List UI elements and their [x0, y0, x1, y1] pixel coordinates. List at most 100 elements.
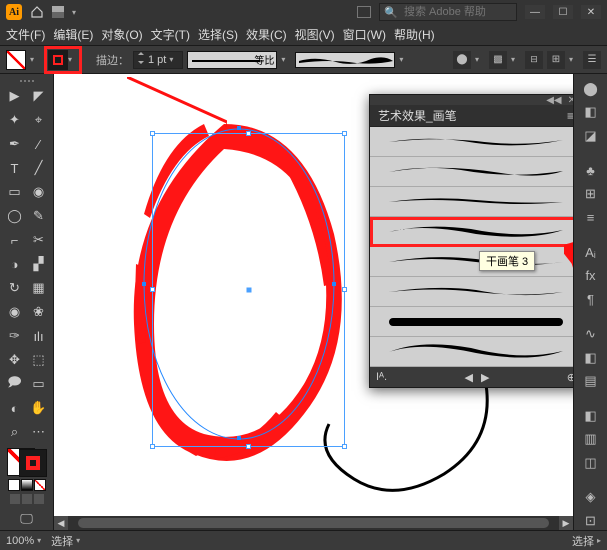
stroke-swatch[interactable] [48, 50, 68, 70]
menu-object[interactable]: 对象(O) [101, 26, 142, 43]
opacity-icon[interactable]: ⬤ [453, 51, 471, 69]
bbox-handle-sw[interactable] [150, 444, 155, 449]
slice-tool[interactable]: ▭ [28, 373, 50, 395]
dock-symbols-icon[interactable]: ≡ [580, 209, 602, 227]
scroll-track[interactable] [68, 516, 559, 530]
stroke-color-icon[interactable] [19, 449, 47, 477]
brush-def-dropdown-icon[interactable]: ▾ [399, 55, 409, 64]
stroke-weight-field[interactable]: 1 pt ▾ [133, 51, 183, 69]
fill-swatch[interactable] [6, 50, 26, 70]
status-tool-right[interactable]: 选择 ▸ [572, 533, 601, 549]
canvas-area[interactable]: ◀◀ ✕ 艺术效果_画笔 ≡ Iᴬ. ◀ ▶ [54, 74, 573, 530]
layout-icon[interactable] [357, 6, 371, 18]
help-search-input[interactable] [402, 5, 512, 19]
bbox-handle-ne[interactable] [342, 131, 347, 136]
bbox-handle-nw[interactable] [150, 131, 155, 136]
menu-help[interactable]: 帮助(H) [394, 26, 435, 43]
toolbox-grip-icon[interactable] [12, 80, 42, 82]
menu-type[interactable]: 文字(T) [151, 26, 190, 43]
blend-tool[interactable]: ılı [28, 325, 50, 347]
brush-row[interactable] [370, 157, 573, 187]
lasso-tool[interactable]: ⌖ [28, 109, 50, 131]
fill-dropdown-icon[interactable]: ▾ [30, 55, 40, 64]
pen-tool[interactable]: ✒ [4, 133, 26, 155]
dock-transparency-icon[interactable]: ▤ [580, 372, 602, 390]
panel-collapse-icon[interactable]: ◀◀ [546, 95, 561, 106]
dock-artboards-icon[interactable]: ◫ [580, 454, 602, 472]
brush-list[interactable] [370, 127, 573, 367]
dock-brushes-icon[interactable]: ⊞ [580, 185, 602, 203]
drawing-mode-behind[interactable] [22, 494, 32, 504]
help-search[interactable]: 🔍 [379, 3, 517, 21]
brush-row[interactable] [370, 277, 573, 307]
gradient-tool[interactable]: ❀ [28, 301, 50, 323]
bbox-handle-s[interactable] [246, 444, 251, 449]
brush-row[interactable] [370, 247, 573, 277]
zoom-level[interactable]: 100% ▾ [6, 535, 41, 547]
brush-definition-preview[interactable] [295, 52, 395, 68]
window-maximize-button[interactable]: ☐ [553, 5, 573, 19]
brush-libraries-icon[interactable]: Iᴬ. [376, 371, 387, 383]
arrange-documents-icon[interactable] [52, 6, 64, 18]
selection-bounding-box[interactable] [152, 133, 345, 447]
rectangle-tool[interactable]: ▭ [4, 181, 26, 203]
zoom-dropdown-icon[interactable]: ▾ [37, 536, 41, 545]
status-tool-dropdown-icon[interactable]: ▾ [76, 536, 80, 545]
shape-builder-tool[interactable]: ↻ [4, 277, 26, 299]
curvature-tool[interactable]: ⁄ [28, 133, 50, 155]
menu-select[interactable]: 选择(S) [198, 26, 238, 43]
color-mode-gradient[interactable] [21, 479, 33, 491]
menu-view[interactable]: 视图(V) [295, 26, 335, 43]
artboard-tool[interactable]: 🗩 [4, 373, 26, 395]
style-icon[interactable]: ▩ [489, 51, 507, 69]
brush-prev-icon[interactable]: ◀ [464, 371, 472, 384]
zoom-tool-2[interactable]: ⌕ [4, 421, 26, 443]
dock-appearance-icon[interactable]: fx [580, 267, 602, 285]
bbox-handle-n[interactable] [246, 131, 251, 136]
mesh-tool[interactable]: ◉ [4, 301, 26, 323]
dock-graphicstyles-icon[interactable]: ¶ [580, 291, 602, 309]
dock-stroke-icon[interactable]: ∿ [580, 325, 602, 343]
menu-window[interactable]: 窗口(W) [343, 26, 386, 43]
drawing-mode-inside[interactable] [34, 494, 44, 504]
dock-properties-icon[interactable]: ⬤ [580, 80, 602, 98]
opacity-dropdown-icon[interactable]: ▾ [475, 55, 485, 64]
direct-selection-tool[interactable]: ◤ [28, 85, 50, 107]
stroke-weight-value[interactable]: 1 pt [148, 54, 166, 66]
scroll-left-icon[interactable]: ◀ [54, 516, 68, 530]
status-right-dropdown-icon[interactable]: ▸ [597, 536, 601, 545]
dock-colorguide-icon[interactable]: ◪ [580, 127, 602, 145]
brush-row-selected[interactable] [370, 217, 573, 247]
status-tool[interactable]: 选择 ▾ [51, 533, 80, 549]
align-dropdown-icon[interactable]: ▾ [569, 55, 579, 64]
bbox-handle-e[interactable] [342, 287, 347, 292]
fill-stroke-indicator[interactable] [7, 448, 47, 477]
type-tool[interactable]: T [4, 157, 26, 179]
selection-tool[interactable]: ▶ [4, 85, 26, 107]
magic-wand-tool[interactable]: ✦ [4, 109, 26, 131]
zoom-tool[interactable]: ✋ [28, 397, 50, 419]
color-mode-none[interactable] [34, 479, 46, 491]
brush-row[interactable] [370, 337, 573, 367]
rotate-tool[interactable]: ⌐ [4, 229, 26, 251]
bbox-handle-w[interactable] [150, 287, 155, 292]
dock-swatches-icon[interactable]: ♣ [580, 162, 602, 180]
column-graph-tool[interactable]: ⬚ [28, 349, 50, 371]
screen-mode-button[interactable]: 🖵 [16, 508, 38, 530]
dock-gradient-icon[interactable]: ◧ [580, 349, 602, 367]
stroke-profile[interactable]: 等比 [187, 51, 277, 69]
menu-edit[interactable]: 编辑(E) [53, 26, 93, 43]
window-close-button[interactable]: ✕ [581, 5, 601, 19]
window-minimize-button[interactable]: ― [525, 5, 545, 19]
stroke-dropdown-icon[interactable]: ▾ [68, 55, 78, 64]
free-transform-tool[interactable]: ▞ [28, 253, 50, 275]
width-tool[interactable]: ◑ [4, 253, 26, 275]
eraser-tool[interactable]: ✎ [28, 205, 50, 227]
dock-cc-libraries-icon[interactable]: ◈ [580, 489, 602, 507]
scroll-right-icon[interactable]: ▶ [559, 516, 573, 530]
align-icon[interactable]: ⊟ [525, 51, 543, 69]
arrange-dropdown-icon[interactable]: ▾ [72, 8, 82, 17]
eyedropper-tool[interactable]: ✑ [4, 325, 26, 347]
bbox-handle-se[interactable] [342, 444, 347, 449]
perspective-grid-tool[interactable]: ▦ [28, 277, 50, 299]
